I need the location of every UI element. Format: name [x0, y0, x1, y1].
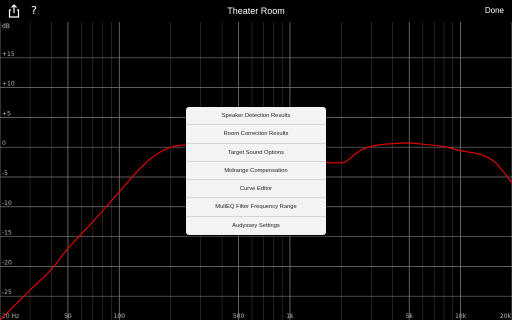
x-tick-label: 10k — [455, 313, 467, 320]
menu-item-midrange-compensation[interactable]: Midrange Compensation — [186, 162, 326, 181]
x-tick-label: 50 — [64, 313, 72, 320]
page-title: Theater Room — [227, 6, 285, 16]
y-tick-label: +10 — [2, 81, 15, 88]
y-tick-label: -5 — [2, 170, 8, 177]
x-tick-label: 20 Hz — [2, 313, 19, 320]
y-tick-label: -15 — [2, 230, 12, 237]
y-tick-label: +15 — [2, 51, 15, 58]
y-tick-label: -10 — [2, 200, 12, 207]
menu-item-target-sound-options[interactable]: Target Sound Options — [186, 144, 326, 162]
x-axis-labels: 20 Hz 50 100 500 1k 5k 10k 20k — [2, 313, 512, 320]
options-popup-menu: Speaker Detection Results Room Correction… — [186, 107, 326, 235]
menu-item-multeq-filter-frequency-range[interactable]: MultEQ Filter Frequency Range — [186, 198, 326, 217]
menu-item-speaker-detection-results[interactable]: Speaker Detection Results — [186, 107, 326, 126]
x-tick-label: 5k — [406, 313, 414, 320]
x-tick-label: 20k — [500, 313, 512, 320]
x-tick-label: 1k — [286, 313, 294, 320]
menu-item-audyssey-settings[interactable]: Audyssey Settings — [186, 217, 326, 235]
x-tick-label: 500 — [233, 313, 245, 320]
y-tick-label: 0 — [2, 140, 6, 147]
y-tick-label: -20 — [2, 259, 12, 266]
y-tick-label: -25 — [2, 289, 12, 296]
menu-item-curve-editor[interactable]: Curve Editor — [186, 180, 326, 199]
y-axis-unit-label: dB — [2, 23, 10, 30]
navigation-bar: ? Theater Room Done — [0, 0, 512, 22]
y-tick-label: +5 — [2, 110, 11, 117]
x-tick-label: 100 — [114, 313, 126, 320]
menu-item-room-correction-results[interactable]: Room Correction Results — [186, 125, 326, 144]
done-button[interactable]: Done — [485, 0, 504, 22]
